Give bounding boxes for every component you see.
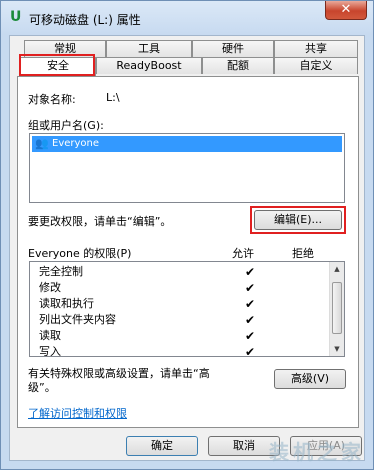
permissions-scrollbar[interactable]: ▲ ▼: [329, 262, 344, 356]
tab-security[interactable]: 安全: [20, 57, 96, 76]
security-panel: 对象名称: L:\ 组或用户名(G): 👥 Everyone 要更改权限，请单击…: [17, 76, 359, 428]
scroll-thumb[interactable]: [332, 282, 342, 334]
title-bar[interactable]: U 可移动磁盘 (L:) 属性 ✕: [1, 1, 373, 35]
permission-row: 写入 ✔: [39, 344, 339, 357]
object-name-label: 对象名称:: [28, 93, 76, 106]
scroll-up-icon[interactable]: ▲: [330, 262, 344, 276]
tab-customize[interactable]: 自定义: [274, 57, 358, 74]
list-item-everyone[interactable]: 👥 Everyone: [32, 136, 342, 152]
permission-row: 列出文件夹内容 ✔: [39, 312, 339, 328]
tab-quota[interactable]: 配额: [202, 57, 274, 74]
allow-check-icon: ✔: [245, 329, 256, 343]
permission-row: 完全控制 ✔: [39, 264, 339, 280]
permission-name: 写入: [39, 345, 61, 357]
permission-name: 读取: [39, 329, 61, 342]
permission-name: 列出文件夹内容: [39, 313, 116, 326]
allow-check-icon: ✔: [245, 313, 256, 327]
tab-hardware[interactable]: 硬件: [192, 40, 274, 57]
tab-readyboost[interactable]: ReadyBoost: [96, 57, 202, 74]
tab-row-2: 安全 ReadyBoost 配额 自定义: [18, 57, 358, 76]
scroll-down-icon[interactable]: ▼: [330, 342, 344, 356]
permission-name: 修改: [39, 281, 61, 294]
permission-row: 读取和执行 ✔: [39, 296, 339, 312]
deny-header: 拒绝: [292, 247, 314, 260]
access-control-link[interactable]: 了解访问控制和权限: [28, 405, 127, 421]
tab-general[interactable]: 常规: [24, 40, 106, 57]
list-item-label: Everyone: [52, 138, 100, 149]
allow-header: 允许: [232, 247, 254, 260]
permissions-list[interactable]: 完全控制 ✔ 修改 ✔ 读取和执行 ✔ 列出文件夹内容 ✔ 读取 ✔ 写入 ✔ …: [29, 261, 345, 357]
permission-name: 读取和执行: [39, 297, 94, 310]
tab-tools[interactable]: 工具: [106, 40, 192, 57]
close-button[interactable]: ✕: [325, 1, 367, 20]
change-permissions-hint: 要更改权限，请单击“编辑”。: [28, 215, 172, 228]
users-icon: 👥: [35, 137, 49, 150]
allow-check-icon: ✔: [245, 281, 256, 295]
watermark: 装机之家: [269, 440, 365, 464]
edit-button[interactable]: 编辑(E)...: [254, 210, 342, 230]
allow-check-icon: ✔: [245, 345, 256, 357]
group-users-list[interactable]: 👥 Everyone: [29, 133, 345, 203]
advanced-button[interactable]: 高级(V): [274, 369, 346, 389]
object-name-value: L:\: [106, 91, 120, 104]
dialog-content: 常规 工具 硬件 共享 安全 ReadyBoost 配额 自定义 对象名称: L…: [9, 35, 365, 461]
drive-app-icon: U: [10, 9, 22, 25]
permission-row: 读取 ✔: [39, 328, 339, 344]
permission-row: 修改 ✔: [39, 280, 339, 296]
window-title: 可移动磁盘 (L:) 属性: [29, 13, 141, 27]
properties-window: U 可移动磁盘 (L:) 属性 ✕ 常规 工具 硬件 共享 安全 ReadyBo…: [0, 0, 374, 470]
ok-button[interactable]: 确定: [126, 436, 198, 456]
permission-name: 完全控制: [39, 265, 83, 278]
allow-check-icon: ✔: [245, 297, 256, 311]
permissions-for-label: Everyone 的权限(P): [28, 247, 132, 260]
special-permissions-hint-line2: 级”。: [28, 381, 56, 394]
group-users-label: 组或用户名(G):: [28, 119, 104, 132]
tab-sharing[interactable]: 共享: [274, 40, 358, 57]
allow-check-icon: ✔: [245, 265, 256, 279]
tab-row-1: 常规 工具 硬件 共享: [18, 40, 358, 57]
